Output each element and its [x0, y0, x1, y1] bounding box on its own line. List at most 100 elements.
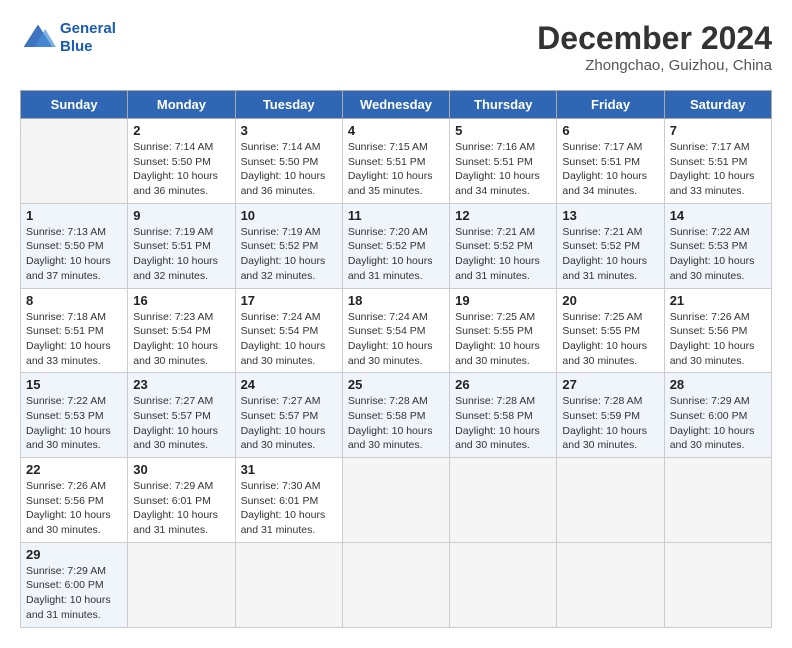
day-number: 8 — [26, 293, 122, 308]
table-row — [664, 542, 771, 627]
table-row — [450, 542, 557, 627]
table-row: 10 Sunrise: 7:19 AM Sunset: 5:52 PM Dayl… — [235, 203, 342, 288]
table-row: 6 Sunrise: 7:17 AM Sunset: 5:51 PM Dayli… — [557, 119, 664, 204]
day-info: Sunrise: 7:17 AM Sunset: 5:51 PM Dayligh… — [670, 140, 766, 199]
day-number: 29 — [26, 547, 122, 562]
day-number: 16 — [133, 293, 229, 308]
day-number: 4 — [348, 123, 444, 138]
day-number: 28 — [670, 377, 766, 392]
day-info: Sunrise: 7:19 AM Sunset: 5:51 PM Dayligh… — [133, 225, 229, 284]
header-friday: Friday — [557, 91, 664, 119]
day-info: Sunrise: 7:16 AM Sunset: 5:51 PM Dayligh… — [455, 140, 551, 199]
table-row — [557, 542, 664, 627]
table-row — [128, 542, 235, 627]
calendar-row: 29 Sunrise: 7:29 AM Sunset: 6:00 PM Dayl… — [21, 542, 772, 627]
table-row: 13 Sunrise: 7:21 AM Sunset: 5:52 PM Dayl… — [557, 203, 664, 288]
table-row: 7 Sunrise: 7:17 AM Sunset: 5:51 PM Dayli… — [664, 119, 771, 204]
day-info: Sunrise: 7:19 AM Sunset: 5:52 PM Dayligh… — [241, 225, 337, 284]
day-info: Sunrise: 7:15 AM Sunset: 5:51 PM Dayligh… — [348, 140, 444, 199]
calendar-row: 2 Sunrise: 7:14 AM Sunset: 5:50 PM Dayli… — [21, 119, 772, 204]
table-row: 27 Sunrise: 7:28 AM Sunset: 5:59 PM Dayl… — [557, 373, 664, 458]
day-number: 19 — [455, 293, 551, 308]
day-info: Sunrise: 7:26 AM Sunset: 5:56 PM Dayligh… — [26, 479, 122, 538]
table-row: 30 Sunrise: 7:29 AM Sunset: 6:01 PM Dayl… — [128, 458, 235, 543]
table-row: 8 Sunrise: 7:18 AM Sunset: 5:51 PM Dayli… — [21, 288, 128, 373]
table-row: 22 Sunrise: 7:26 AM Sunset: 5:56 PM Dayl… — [21, 458, 128, 543]
day-number: 15 — [26, 377, 122, 392]
day-number: 24 — [241, 377, 337, 392]
day-info: Sunrise: 7:29 AM Sunset: 6:00 PM Dayligh… — [26, 564, 122, 623]
table-row: 18 Sunrise: 7:24 AM Sunset: 5:54 PM Dayl… — [342, 288, 449, 373]
header-thursday: Thursday — [450, 91, 557, 119]
logo-blue: Blue — [60, 38, 93, 55]
day-number: 6 — [562, 123, 658, 138]
day-number: 13 — [562, 208, 658, 223]
day-info: Sunrise: 7:14 AM Sunset: 5:50 PM Dayligh… — [133, 140, 229, 199]
day-number: 26 — [455, 377, 551, 392]
table-row — [342, 542, 449, 627]
main-title: December 2024 — [537, 20, 772, 57]
day-number: 27 — [562, 377, 658, 392]
day-info: Sunrise: 7:25 AM Sunset: 5:55 PM Dayligh… — [562, 310, 658, 369]
calendar-row: 22 Sunrise: 7:26 AM Sunset: 5:56 PM Dayl… — [21, 458, 772, 543]
subtitle: Zhongchao, Guizhou, China — [537, 57, 772, 74]
table-row: 29 Sunrise: 7:29 AM Sunset: 6:00 PM Dayl… — [21, 542, 128, 627]
calendar-row: 8 Sunrise: 7:18 AM Sunset: 5:51 PM Dayli… — [21, 288, 772, 373]
day-info: Sunrise: 7:25 AM Sunset: 5:55 PM Dayligh… — [455, 310, 551, 369]
table-row — [557, 458, 664, 543]
day-number: 11 — [348, 208, 444, 223]
day-number: 7 — [670, 123, 766, 138]
day-info: Sunrise: 7:20 AM Sunset: 5:52 PM Dayligh… — [348, 225, 444, 284]
table-row: 5 Sunrise: 7:16 AM Sunset: 5:51 PM Dayli… — [450, 119, 557, 204]
logo-general: General — [60, 20, 116, 37]
calendar-row: 15 Sunrise: 7:22 AM Sunset: 5:53 PM Dayl… — [21, 373, 772, 458]
day-number: 2 — [133, 123, 229, 138]
header-monday: Monday — [128, 91, 235, 119]
day-number: 21 — [670, 293, 766, 308]
table-row — [664, 458, 771, 543]
day-number: 30 — [133, 462, 229, 477]
day-number: 9 — [133, 208, 229, 223]
table-row: 9 Sunrise: 7:19 AM Sunset: 5:51 PM Dayli… — [128, 203, 235, 288]
table-row — [21, 119, 128, 204]
table-row: 16 Sunrise: 7:23 AM Sunset: 5:54 PM Dayl… — [128, 288, 235, 373]
day-info: Sunrise: 7:29 AM Sunset: 6:01 PM Dayligh… — [133, 479, 229, 538]
day-info: Sunrise: 7:14 AM Sunset: 5:50 PM Dayligh… — [241, 140, 337, 199]
table-row: 28 Sunrise: 7:29 AM Sunset: 6:00 PM Dayl… — [664, 373, 771, 458]
table-row: 15 Sunrise: 7:22 AM Sunset: 5:53 PM Dayl… — [21, 373, 128, 458]
table-row: 24 Sunrise: 7:27 AM Sunset: 5:57 PM Dayl… — [235, 373, 342, 458]
table-row: 1 Sunrise: 7:13 AM Sunset: 5:50 PM Dayli… — [21, 203, 128, 288]
day-info: Sunrise: 7:22 AM Sunset: 5:53 PM Dayligh… — [670, 225, 766, 284]
table-row: 23 Sunrise: 7:27 AM Sunset: 5:57 PM Dayl… — [128, 373, 235, 458]
day-info: Sunrise: 7:27 AM Sunset: 5:57 PM Dayligh… — [241, 394, 337, 453]
table-row — [342, 458, 449, 543]
table-row: 3 Sunrise: 7:14 AM Sunset: 5:50 PM Dayli… — [235, 119, 342, 204]
day-info: Sunrise: 7:24 AM Sunset: 5:54 PM Dayligh… — [348, 310, 444, 369]
day-info: Sunrise: 7:23 AM Sunset: 5:54 PM Dayligh… — [133, 310, 229, 369]
day-info: Sunrise: 7:21 AM Sunset: 5:52 PM Dayligh… — [455, 225, 551, 284]
day-info: Sunrise: 7:13 AM Sunset: 5:50 PM Dayligh… — [26, 225, 122, 284]
table-row: 19 Sunrise: 7:25 AM Sunset: 5:55 PM Dayl… — [450, 288, 557, 373]
day-number: 12 — [455, 208, 551, 223]
table-row: 11 Sunrise: 7:20 AM Sunset: 5:52 PM Dayl… — [342, 203, 449, 288]
day-info: Sunrise: 7:28 AM Sunset: 5:59 PM Dayligh… — [562, 394, 658, 453]
day-info: Sunrise: 7:21 AM Sunset: 5:52 PM Dayligh… — [562, 225, 658, 284]
day-number: 22 — [26, 462, 122, 477]
day-info: Sunrise: 7:28 AM Sunset: 5:58 PM Dayligh… — [455, 394, 551, 453]
calendar-table: Sunday Monday Tuesday Wednesday Thursday… — [20, 90, 772, 628]
day-number: 3 — [241, 123, 337, 138]
table-row: 2 Sunrise: 7:14 AM Sunset: 5:50 PM Dayli… — [128, 119, 235, 204]
header-sunday: Sunday — [21, 91, 128, 119]
day-number: 23 — [133, 377, 229, 392]
calendar-header-row: Sunday Monday Tuesday Wednesday Thursday… — [21, 91, 772, 119]
page-header: General Blue December 2024 Zhongchao, Gu… — [20, 20, 772, 74]
day-info: Sunrise: 7:30 AM Sunset: 6:01 PM Dayligh… — [241, 479, 337, 538]
day-number: 14 — [670, 208, 766, 223]
table-row: 25 Sunrise: 7:28 AM Sunset: 5:58 PM Dayl… — [342, 373, 449, 458]
day-number: 1 — [26, 208, 122, 223]
day-info: Sunrise: 7:24 AM Sunset: 5:54 PM Dayligh… — [241, 310, 337, 369]
day-number: 18 — [348, 293, 444, 308]
table-row: 12 Sunrise: 7:21 AM Sunset: 5:52 PM Dayl… — [450, 203, 557, 288]
day-number: 20 — [562, 293, 658, 308]
day-info: Sunrise: 7:17 AM Sunset: 5:51 PM Dayligh… — [562, 140, 658, 199]
